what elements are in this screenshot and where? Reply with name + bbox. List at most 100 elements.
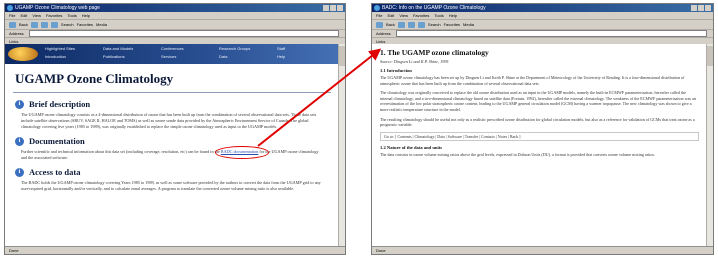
source-line: Source: Dingsen Li and K.P. Shine, 1995 — [380, 59, 449, 64]
minimize-button[interactable] — [691, 5, 697, 11]
banner-link[interactable]: Services — [161, 54, 219, 59]
left-browser-window: UGAMP Ozone Climatology web page File Ed… — [4, 3, 346, 255]
section-title: Documentation — [29, 136, 85, 146]
banner-nav: Highlighted Sites Data and Models Confer… — [45, 46, 335, 59]
window-controls — [323, 5, 343, 11]
menu-file[interactable]: File — [9, 13, 15, 18]
back-icon[interactable] — [376, 21, 383, 28]
left-title-bar: UGAMP Ozone Climatology web page — [5, 4, 345, 12]
banner-link[interactable]: Data and Models — [103, 46, 161, 51]
right-toolbar: Back Search Favorites Media — [372, 20, 713, 30]
address-input[interactable] — [395, 30, 707, 37]
search-button[interactable]: Search — [428, 22, 441, 27]
section-title: Brief description — [29, 99, 91, 109]
media-button[interactable]: Media — [463, 22, 474, 27]
close-button[interactable] — [337, 5, 343, 11]
site-logo[interactable] — [8, 47, 38, 61]
left-address-bar: Address — [5, 30, 345, 38]
maximize-button[interactable] — [330, 5, 336, 11]
left-scrollbar[interactable] — [338, 44, 345, 247]
banner-link[interactable]: Highlighted Sites — [45, 46, 103, 51]
menu-favorites[interactable]: Favorites — [46, 13, 62, 18]
back-button[interactable]: Back — [19, 22, 28, 27]
left-status-bar: Done — [5, 246, 345, 254]
info-icon: i — [15, 167, 24, 177]
refresh-icon[interactable] — [40, 21, 48, 28]
menu-file[interactable]: File — [376, 13, 382, 18]
section-text: The BADC holds the UGAMP ozone climatolo… — [21, 180, 321, 191]
section-title: Access to data — [29, 167, 81, 177]
ie-icon — [7, 5, 13, 11]
right-menu-bar: File Edit View Favorites Tools Help — [372, 12, 713, 20]
menu-view[interactable]: View — [32, 13, 41, 18]
documentation-text: Further scientific and technical informa… — [21, 146, 323, 161]
goto-navigation[interactable]: Go to: [ Contents | Climatology | Data |… — [380, 131, 699, 141]
banner-link[interactable]: Research Groups — [219, 46, 277, 51]
refresh-icon[interactable] — [407, 21, 415, 28]
site-banner: Highlighted Sites Data and Models Confer… — [5, 44, 339, 64]
section-header-brief: i Brief description — [15, 99, 339, 109]
section-header-access: i Access to data — [15, 167, 339, 177]
page-title: 1. The UGAMP ozone climatology — [380, 48, 489, 57]
banner-link[interactable]: Help — [277, 54, 335, 59]
maximize-button[interactable] — [698, 5, 704, 11]
minimize-button[interactable] — [323, 5, 329, 11]
back-icon[interactable] — [9, 21, 16, 28]
search-button[interactable]: Search — [61, 22, 74, 27]
intro-paragraph: The UGAMP ozone climatology has been set… — [380, 75, 685, 86]
right-scrollbar[interactable] — [706, 44, 713, 247]
right-browser-window: BADC: Info on the UGAMP Ozone Climatolog… — [371, 3, 714, 255]
forward-icon[interactable] — [397, 21, 405, 28]
intro-paragraph: The climatology was originally conceived… — [380, 90, 696, 112]
divider — [13, 92, 331, 93]
page-title: UGAMP Ozone Climatology — [15, 71, 174, 86]
scroll-thumb[interactable] — [707, 46, 713, 66]
ie-icon — [374, 5, 380, 11]
favorites-button[interactable]: Favorites — [444, 22, 460, 27]
introduction-heading: 1.1 Introduction — [380, 68, 412, 73]
favorites-button[interactable]: Favorites — [77, 22, 93, 27]
highlight-circle — [214, 146, 269, 159]
banner-link[interactable]: Publications — [103, 54, 161, 59]
close-button[interactable] — [705, 5, 711, 11]
banner-link[interactable]: Introduction — [45, 54, 103, 59]
menu-edit[interactable]: Edit — [387, 13, 394, 18]
section-text: The UGAMP ozone climatology consists as … — [21, 112, 317, 129]
right-address-bar: Address — [372, 30, 713, 38]
address-label: Address — [9, 31, 24, 36]
menu-edit[interactable]: Edit — [20, 13, 27, 18]
media-button[interactable]: Media — [96, 22, 107, 27]
left-page-content: Highlighted Sites Data and Models Confer… — [5, 44, 339, 247]
banner-link[interactable]: Conferences — [161, 46, 219, 51]
menu-view[interactable]: View — [399, 13, 408, 18]
doc-text-before: Further scientific and technical informa… — [21, 149, 220, 154]
home-icon[interactable] — [50, 21, 58, 28]
scroll-thumb[interactable] — [339, 46, 345, 66]
address-label: Address — [376, 31, 391, 36]
address-input[interactable] — [28, 30, 339, 37]
left-toolbar: Back Search Favorites Media — [5, 20, 345, 30]
left-menu-bar: File Edit View Favorites Tools Help — [5, 12, 345, 20]
back-button[interactable]: Back — [386, 22, 395, 27]
menu-tools[interactable]: Tools — [67, 13, 76, 18]
info-icon: i — [15, 136, 24, 146]
menu-tools[interactable]: Tools — [434, 13, 443, 18]
right-status-bar: Done — [372, 246, 713, 254]
menu-help[interactable]: Help — [449, 13, 457, 18]
banner-link[interactable]: Data — [219, 54, 277, 59]
nature-paragraph: The data consists in ozone volume mixing… — [380, 151, 656, 157]
forward-icon[interactable] — [30, 21, 38, 28]
info-icon: i — [15, 99, 24, 109]
section-header-documentation: i Documentation — [15, 136, 339, 146]
highlighted-link-wrapper: BADC documentation — [214, 146, 269, 159]
window-controls — [691, 5, 711, 11]
right-window-title: BADC: Info on the UGAMP Ozone Climatolog… — [382, 5, 486, 11]
left-window-title: UGAMP Ozone Climatology web page — [15, 5, 100, 11]
banner-link[interactable]: Staff — [277, 46, 335, 51]
menu-favorites[interactable]: Favorites — [413, 13, 429, 18]
home-icon[interactable] — [417, 21, 425, 28]
nature-heading: 1.2 Nature of the data and units — [380, 144, 443, 150]
right-title-bar: BADC: Info on the UGAMP Ozone Climatolog… — [372, 4, 713, 12]
menu-help[interactable]: Help — [82, 13, 90, 18]
right-page-content: 1. The UGAMP ozone climatology Source: D… — [372, 44, 707, 247]
